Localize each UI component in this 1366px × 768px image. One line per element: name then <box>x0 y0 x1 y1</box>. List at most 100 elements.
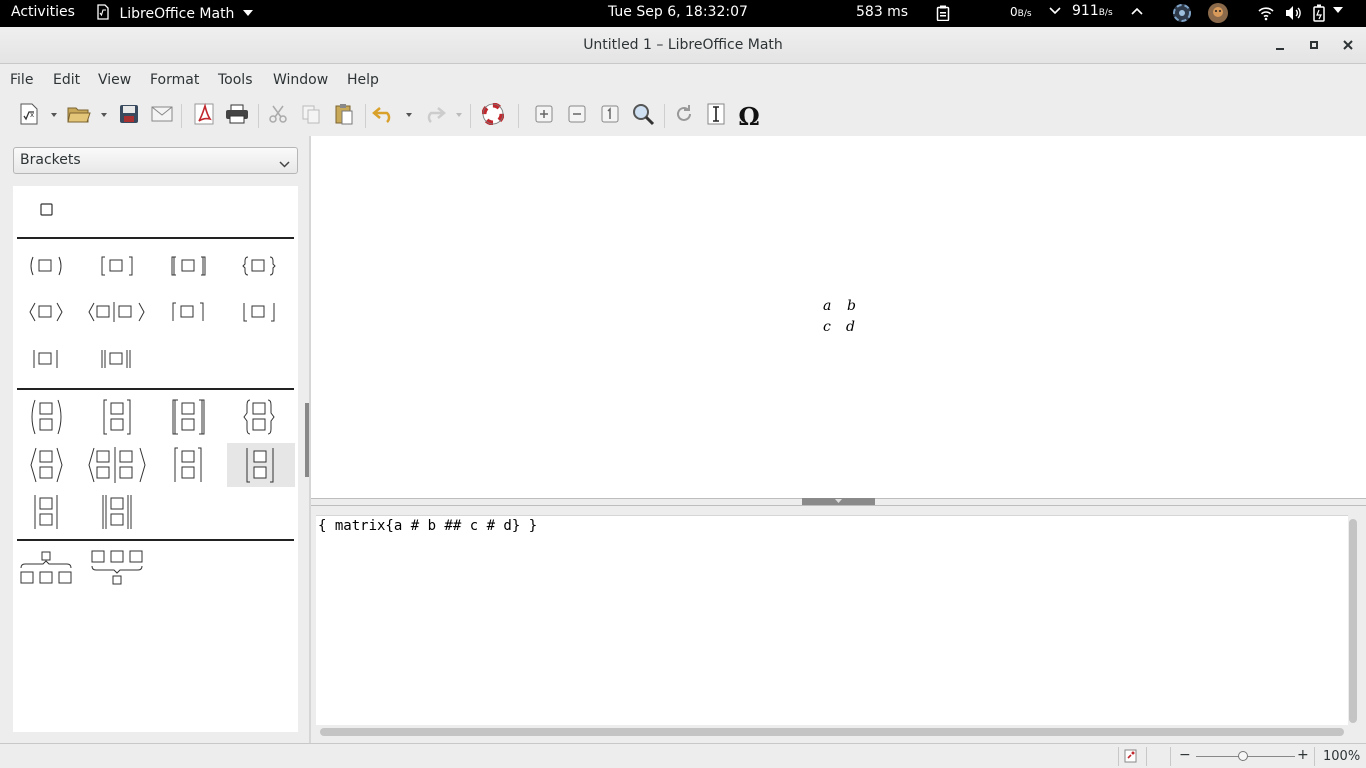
chevron-down-icon <box>279 157 290 173</box>
undo-dropdown-arrow-icon[interactable] <box>406 113 412 117</box>
export-pdf-button[interactable] <box>190 102 218 130</box>
scalable-double-lines-element[interactable] <box>86 490 150 534</box>
app-menu[interactable]: LibreOffice Math <box>95 4 253 22</box>
formula-cursor-button[interactable] <box>702 102 730 130</box>
status-bar: − + 100% <box>0 743 1366 768</box>
lifebuoy-icon <box>481 102 505 129</box>
user-avatar-icon[interactable] <box>1207 2 1229 24</box>
zoom-level[interactable]: 100% <box>1323 749 1360 764</box>
gnome-top-bar: Activities LibreOffice Math Tue Sep 6, 1… <box>0 0 1366 27</box>
menu-help[interactable]: Help <box>347 72 379 88</box>
zoom-out-button[interactable] <box>563 102 591 130</box>
close-button[interactable] <box>1338 35 1358 55</box>
menu-edit[interactable]: Edit <box>53 72 80 88</box>
help-button[interactable] <box>479 102 507 130</box>
round-brackets-element[interactable] <box>15 244 79 288</box>
matrix-cell: b <box>847 298 856 314</box>
scalable-square-brackets-element[interactable] <box>86 395 150 439</box>
ceiling-brackets-element[interactable] <box>157 290 221 334</box>
status-separator <box>1170 747 1171 766</box>
scalable-single-lines-element[interactable] <box>15 490 79 534</box>
zoom-100-icon <box>601 105 619 127</box>
menu-window[interactable]: Window <box>273 72 328 88</box>
scalable-operator-brackets-element[interactable] <box>86 443 150 487</box>
editor-splitter-handle[interactable] <box>802 498 875 505</box>
editor-horizontal-scrollbar[interactable] <box>320 728 1344 736</box>
formula-command-editor[interactable]: { matrix{a # b ## c # d} } <box>316 515 1348 725</box>
toolbar-separator <box>181 104 182 128</box>
redo-dropdown-arrow-icon[interactable] <box>456 113 462 117</box>
floor-brackets-element[interactable] <box>228 290 292 334</box>
formula-preview[interactable]: a b c d <box>311 136 1366 498</box>
braces-element[interactable] <box>228 244 292 288</box>
document-modified-icon[interactable] <box>1124 749 1138 767</box>
element-category-select[interactable]: Brackets <box>13 147 298 174</box>
toolbar-separator <box>664 104 665 128</box>
menu-tools[interactable]: Tools <box>218 72 253 88</box>
scalable-double-square-brackets-element[interactable] <box>157 395 221 439</box>
window-title: Untitled 1 – LibreOffice Math <box>583 37 783 53</box>
symbols-button[interactable]: Ω <box>735 101 763 131</box>
operator-brackets-element[interactable] <box>86 290 150 334</box>
zoom-in-button[interactable] <box>530 102 558 130</box>
aperture-app-icon[interactable] <box>1171 2 1193 24</box>
brace-bottom-element[interactable] <box>86 546 150 590</box>
clipboard-icon[interactable] <box>936 5 950 21</box>
system-menu-chevron-icon[interactable] <box>1333 4 1345 16</box>
square-brackets-element[interactable] <box>86 244 150 288</box>
scalable-angle-brackets-element[interactable] <box>15 443 79 487</box>
menu-file[interactable]: File <box>10 72 33 88</box>
open-dropdown-arrow-icon[interactable] <box>101 113 107 117</box>
scalable-floor-brackets-element[interactable] <box>227 443 295 487</box>
net-upload-speed: 0B/s <box>1010 5 1032 19</box>
cut-button[interactable] <box>264 102 292 130</box>
battery-icon[interactable] <box>1313 4 1325 22</box>
show-all-button[interactable] <box>596 102 624 130</box>
new-formula-button[interactable]: x <box>15 102 43 130</box>
update-button[interactable] <box>670 102 698 130</box>
group-brackets-element[interactable] <box>15 188 79 232</box>
zoom-out-icon <box>568 105 586 127</box>
new-dropdown-arrow-icon[interactable] <box>51 113 57 117</box>
menu-view[interactable]: View <box>98 72 131 88</box>
zoom-out-icon[interactable]: − <box>1179 747 1191 763</box>
net-download-speed: 911B/s <box>1072 3 1113 19</box>
omega-icon: Ω <box>738 101 760 131</box>
editor-vertical-scrollbar[interactable] <box>1349 519 1357 723</box>
palette-divider <box>17 539 294 541</box>
brace-top-element[interactable] <box>15 546 79 590</box>
zoom-button[interactable] <box>629 102 657 130</box>
paste-button[interactable] <box>330 102 358 130</box>
save-button[interactable] <box>115 102 143 130</box>
undo-button[interactable] <box>370 102 398 130</box>
printer-icon <box>225 104 249 128</box>
svg-text:x: x <box>30 111 34 119</box>
scalable-braces-element[interactable] <box>228 395 292 439</box>
minimize-button[interactable] <box>1270 35 1290 55</box>
wifi-icon[interactable] <box>1258 5 1274 21</box>
menu-format[interactable]: Format <box>150 72 199 88</box>
angle-brackets-element[interactable] <box>15 290 79 334</box>
double-lines-element[interactable] <box>86 337 150 381</box>
scalable-round-brackets-element[interactable] <box>15 395 79 439</box>
zoom-slider-thumb[interactable] <box>1238 751 1248 761</box>
net-down-value: 911 <box>1072 3 1099 19</box>
chevron-down-icon <box>1049 6 1061 16</box>
redo-button[interactable] <box>420 102 448 130</box>
status-separator <box>1146 747 1147 766</box>
print-button[interactable] <box>223 102 251 130</box>
single-lines-element[interactable] <box>15 337 79 381</box>
activities-button[interactable]: Activities <box>11 4 75 20</box>
scalable-ceiling-brackets-element[interactable] <box>157 443 221 487</box>
email-button[interactable] <box>148 102 176 130</box>
volume-icon[interactable] <box>1285 5 1303 21</box>
window-title-bar: Untitled 1 – LibreOffice Math <box>0 27 1366 64</box>
redo-arrow-icon <box>422 105 446 127</box>
open-button[interactable] <box>65 102 93 130</box>
zoom-in-icon[interactable]: + <box>1297 747 1309 763</box>
zoom-in-icon <box>535 105 553 127</box>
maximize-button[interactable] <box>1304 35 1324 55</box>
double-square-brackets-element[interactable] <box>157 244 221 288</box>
clock[interactable]: Tue Sep 6, 18:32:07 <box>608 4 748 20</box>
copy-button[interactable] <box>297 102 325 130</box>
